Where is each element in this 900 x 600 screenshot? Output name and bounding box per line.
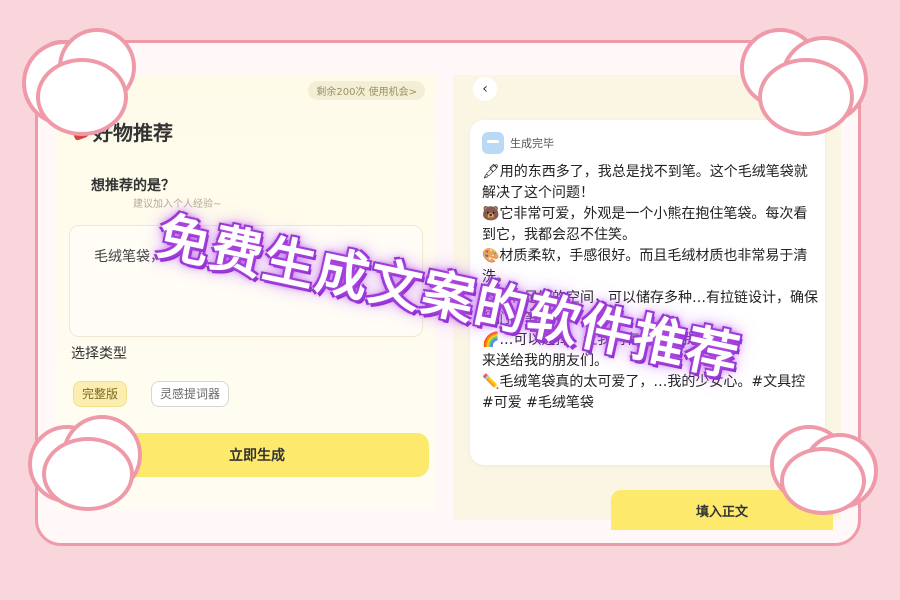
type-label: 选择类型: [71, 346, 127, 362]
robot-icon: [482, 132, 504, 154]
cloud-decoration-top-right: [740, 28, 870, 138]
chevron-left-icon[interactable]: ‹: [473, 77, 497, 101]
status-label: 生成完毕: [510, 137, 554, 150]
quota-link[interactable]: 剩余200次 使用机会>: [308, 81, 425, 100]
type-chip-full[interactable]: 完整版: [73, 381, 128, 407]
cloud-decoration-bottom-left: [28, 415, 148, 511]
cloud-decoration-bottom-right: [770, 425, 880, 515]
result-header: 生成完毕: [482, 132, 554, 154]
cloud-decoration-top-left: [22, 28, 142, 138]
type-chip-inspiration[interactable]: 灵感提词器: [151, 381, 230, 407]
